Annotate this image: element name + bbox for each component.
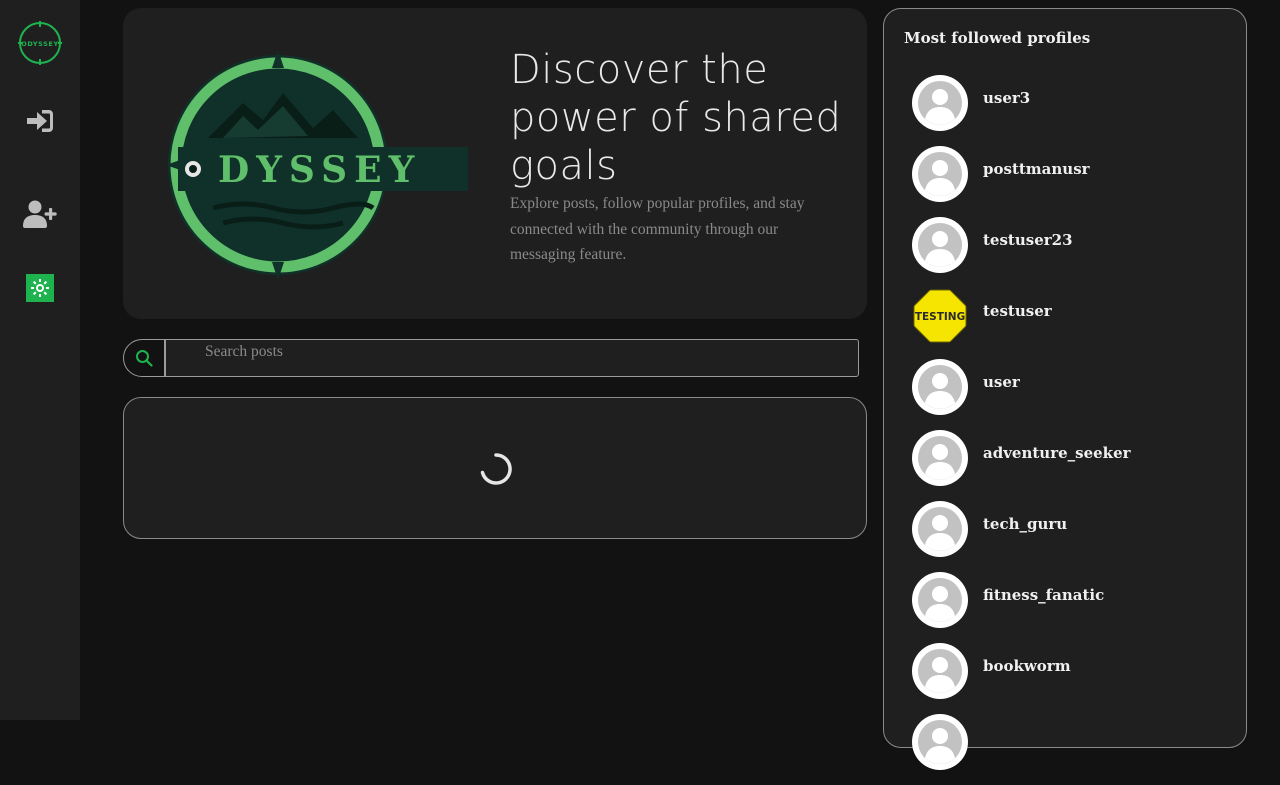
profile-list: user3 posttmanusr testuser23 TESTING tes… [912, 75, 1131, 785]
avatar[interactable] [912, 714, 968, 770]
profile-username[interactable]: posttmanusr [983, 160, 1090, 178]
search-button[interactable] [123, 339, 165, 377]
search-input[interactable] [165, 339, 859, 377]
sun-icon [31, 279, 49, 297]
hero-banner: DYSSEY Discover the power of shared goal… [123, 8, 867, 319]
default-avatar-icon [918, 649, 962, 693]
avatar[interactable] [912, 643, 968, 699]
default-avatar-icon [918, 223, 962, 267]
profile-item[interactable]: fitness_fanatic [912, 572, 1131, 643]
profile-username[interactable]: testuser [983, 302, 1052, 320]
profile-item[interactable]: posttmanusr [912, 146, 1131, 217]
profile-item[interactable]: user3 [912, 75, 1131, 146]
sidebar-logo[interactable]: ODYSSEY [17, 20, 63, 66]
signup-button[interactable] [20, 194, 60, 234]
most-followed-panel: Most followed profiles user3 posttmanusr [883, 8, 1247, 770]
loading-spinner-icon [480, 453, 512, 485]
svg-text:DYSSEY: DYSSEY [218, 149, 421, 191]
svg-text:TESTING: TESTING [915, 311, 965, 323]
avatar[interactable] [912, 359, 968, 415]
profile-username[interactable]: user [983, 373, 1020, 391]
profile-item[interactable]: bookworm [912, 643, 1131, 714]
default-avatar-icon [918, 720, 962, 764]
avatar[interactable] [912, 146, 968, 202]
profile-username[interactable]: testuser23 [983, 231, 1073, 249]
user-plus-icon [23, 200, 57, 228]
profile-username[interactable]: bookworm [983, 657, 1071, 675]
theme-toggle-button[interactable] [26, 274, 54, 302]
profile-item[interactable]: adventure_seeker [912, 430, 1131, 501]
profile-item[interactable]: tech_guru [912, 501, 1131, 572]
avatar[interactable] [912, 430, 968, 486]
profile-item[interactable] [912, 714, 1131, 785]
profile-item[interactable]: user [912, 359, 1131, 430]
search-icon [136, 350, 153, 367]
sidebar: ODYSSEY [0, 0, 80, 720]
sign-in-icon [27, 110, 53, 132]
profile-item[interactable]: testuser23 [912, 217, 1131, 288]
avatar[interactable] [912, 501, 968, 557]
posts-feed [123, 397, 867, 539]
default-avatar-icon [918, 365, 962, 409]
avatar[interactable] [912, 217, 968, 273]
hero-description: Explore posts, follow popular profiles, … [510, 195, 805, 263]
hero-title: Discover the power of shared goals [510, 47, 842, 189]
odyssey-logo: DYSSEY [163, 48, 473, 283]
login-button[interactable] [20, 101, 60, 141]
default-avatar-icon [918, 81, 962, 125]
profile-username[interactable]: user3 [983, 89, 1030, 107]
avatar[interactable] [912, 75, 968, 131]
avatar[interactable]: TESTING [912, 288, 968, 344]
panel-title: Most followed profiles [904, 29, 1091, 47]
profile-username[interactable]: adventure_seeker [983, 444, 1131, 462]
avatar[interactable] [912, 572, 968, 628]
default-avatar-icon [918, 152, 962, 196]
profile-item[interactable]: TESTING testuser [912, 288, 1131, 359]
testing-avatar-icon: TESTING [913, 289, 967, 343]
profile-username[interactable]: fitness_fanatic [983, 586, 1104, 604]
default-avatar-icon [918, 578, 962, 622]
default-avatar-icon [918, 507, 962, 551]
profile-username[interactable]: tech_guru [983, 515, 1067, 533]
svg-text:ODYSSEY: ODYSSEY [21, 40, 59, 48]
default-avatar-icon [918, 436, 962, 480]
